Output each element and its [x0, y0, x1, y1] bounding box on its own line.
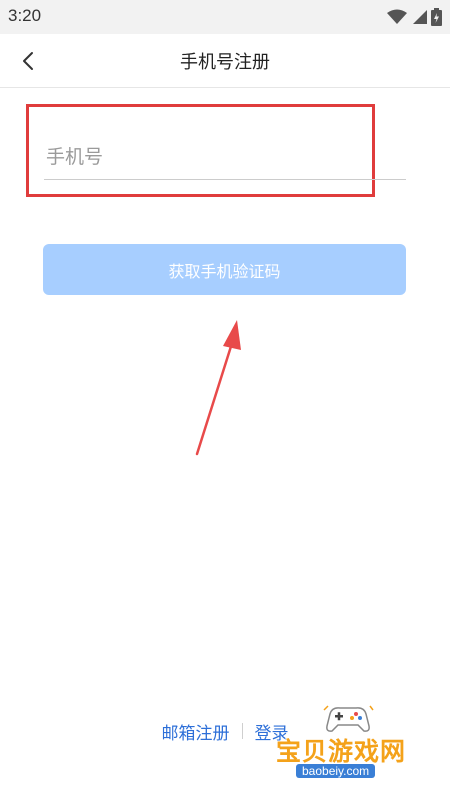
arrow-annotation: [195, 320, 241, 456]
page-title: 手机号注册: [180, 52, 270, 73]
phone-input[interactable]: [44, 134, 406, 180]
email-register-link[interactable]: 邮箱注册: [154, 719, 238, 744]
gamepad-icon: [323, 705, 374, 732]
footer-divider: [241, 723, 243, 739]
status-time: 3:20: [8, 6, 42, 25]
get-code-button[interactable]: 获取手机验证码: [43, 244, 406, 295]
watermark-url: baobeiy.com: [296, 764, 376, 778]
watermark-logo: 宝贝游戏网 baobeiy.com: [272, 704, 422, 782]
wifi-icon: [387, 9, 407, 24]
signal-icon: [413, 10, 427, 24]
battery-icon: [431, 8, 442, 26]
status-icons: [387, 7, 442, 27]
status-bar: 3:20: [0, 0, 450, 34]
watermark-name: 宝贝游戏网: [276, 737, 407, 766]
app-header: 手机号注册: [0, 34, 450, 88]
bottom-bar: [0, 784, 450, 800]
